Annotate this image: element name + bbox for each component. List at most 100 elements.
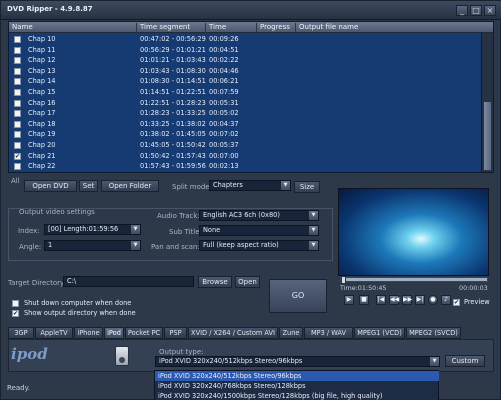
chapter-time: 00:06:21: [209, 77, 239, 86]
tab-zune[interactable]: Zune: [279, 327, 303, 339]
size-button[interactable]: Size: [294, 181, 320, 193]
list-row[interactable]: Chap 18 01:33:25 - 01:38:02 00:04:37: [9, 119, 483, 130]
app-window: DVD Ripper - 4.9.8.87 _ □ × Name Time se…: [0, 0, 501, 400]
tab-mpeg1-vcd[interactable]: MPEG1 (VCD): [354, 327, 405, 339]
split-mode-select[interactable]: Chapters ▼: [209, 180, 291, 191]
output-type-option[interactable]: iPod XVID 320x240/768kbps Stereo/128kbps: [155, 381, 439, 391]
list-row[interactable]: Chap 22 01:57:43 - 01:59:56 00:02:13: [9, 161, 483, 172]
row-checkbox[interactable]: [14, 120, 21, 128]
close-button[interactable]: ×: [484, 5, 496, 16]
list-row[interactable]: Chap 19 01:38:02 - 01:45:05 00:07:02: [9, 129, 483, 140]
row-checkbox[interactable]: [14, 67, 21, 75]
browse-button[interactable]: Browse: [198, 276, 232, 288]
column-header-output-file[interactable]: Output file name: [296, 23, 486, 33]
show-output-option[interactable]: ✔ Show output directory when done: [12, 308, 162, 319]
open-button[interactable]: Open: [235, 276, 260, 288]
go-button[interactable]: GO: [269, 279, 327, 313]
list-row[interactable]: Chap 20 01:45:05 - 01:50:42 00:05:37: [9, 140, 483, 151]
list-row[interactable]: Chap 14 01:08:30 - 01:14:51 00:06:21: [9, 76, 483, 87]
column-header-time-segment[interactable]: Time segment: [137, 23, 206, 33]
row-checkbox[interactable]: [14, 78, 21, 86]
minimize-button[interactable]: _: [456, 5, 468, 16]
stop-icon[interactable]: ■: [359, 295, 369, 305]
custom-button[interactable]: Custom: [445, 355, 485, 367]
list-row[interactable]: Chap 13 01:03:43 - 01:08:30 00:04:46: [9, 66, 483, 77]
column-header-time[interactable]: Time: [206, 23, 257, 33]
index-select[interactable]: [00] Length:01:59:56 ▼: [44, 224, 141, 235]
list-row[interactable]: Chap 16 01:22:51 - 01:28:23 00:05:31: [9, 98, 483, 109]
chapter-time: 00:05:02: [209, 109, 239, 118]
list-row[interactable]: Chap 17 01:28:23 - 01:33:25 00:05:02: [9, 108, 483, 119]
tab-ipod[interactable]: iPod: [104, 327, 124, 339]
target-directory-input[interactable]: C:\: [63, 276, 194, 287]
output-type-select[interactable]: iPod XVID 320x240/512kbps Stereo/96kbps …: [155, 356, 440, 367]
set-button[interactable]: Set: [79, 180, 98, 192]
chapter-name: Chap 19: [28, 130, 56, 139]
list-row[interactable]: ✔ Chap 21 01:50:42 - 01:57:43 00:07:00: [9, 151, 483, 162]
chapter-time: 00:04:46: [209, 66, 239, 75]
angle-value: 1: [48, 241, 53, 249]
play-icon[interactable]: ▶: [344, 295, 354, 305]
row-checkbox[interactable]: [14, 163, 21, 171]
preview-checkbox[interactable]: ✔: [453, 299, 460, 306]
preview-option[interactable]: ✔ Preview: [453, 297, 498, 308]
row-checkbox[interactable]: ✔: [14, 152, 21, 160]
open-dvd-button[interactable]: Open DVD: [24, 180, 77, 192]
tab-appletv[interactable]: AppleTV: [35, 327, 73, 339]
seek-bar[interactable]: [340, 276, 488, 284]
column-header-progress[interactable]: Progress: [257, 23, 296, 33]
tab-mp3-wav[interactable]: MP3 / WAV: [304, 327, 353, 339]
rewind-icon[interactable]: ◀◀: [389, 295, 399, 305]
subtitle-select[interactable]: None ▼: [199, 225, 319, 236]
row-checkbox[interactable]: [14, 131, 21, 139]
chapter-name: Chap 12: [28, 56, 56, 65]
column-header-name[interactable]: Name: [9, 23, 137, 33]
chapter-list[interactable]: Name Time segment Time Progress Output f…: [8, 21, 494, 173]
tab-3gp[interactable]: 3GP: [8, 327, 34, 339]
output-type-option[interactable]: iPod XVID 320x240/1500kbps Stereo/128kbp…: [155, 391, 439, 400]
tab-pocket-pc[interactable]: Pocket PC: [125, 327, 163, 339]
list-row[interactable]: Chap 15 01:14:51 - 01:22:51 00:07:59: [9, 87, 483, 98]
tab-xvid-x264-custom-avi[interactable]: XVID / X264 / Custom AVI: [188, 327, 278, 339]
row-checkbox[interactable]: [14, 89, 21, 96]
forward-icon[interactable]: ▶▶: [402, 295, 412, 305]
row-checkbox[interactable]: [14, 36, 21, 43]
list-header: Name Time segment Time Progress Output f…: [9, 22, 493, 33]
angle-select[interactable]: 1 ▼: [44, 240, 141, 251]
show-output-checkbox[interactable]: ✔: [12, 310, 19, 317]
audio-track-select[interactable]: English AC3 6ch (0x80) ▼: [199, 210, 319, 221]
row-checkbox[interactable]: [14, 99, 21, 107]
all-label: All: [11, 177, 20, 185]
snapshot-icon[interactable]: ●: [428, 295, 438, 305]
row-checkbox[interactable]: [14, 57, 21, 65]
output-type-dropdown[interactable]: iPod XVID 320x240/512kbps Stereo/96kbps …: [154, 370, 439, 400]
tab-mpeg2-svcd[interactable]: MPEG2 (SVCD): [406, 327, 461, 339]
tab-psp[interactable]: PSP: [164, 327, 187, 339]
shutdown-option[interactable]: Shut down computer when done: [12, 298, 162, 309]
split-mode-label: Split mode:: [172, 183, 212, 191]
prev-frame-icon[interactable]: |◀: [376, 295, 386, 305]
list-row[interactable]: Chap 10 00:47:02 - 00:56:29 00:09:26: [9, 34, 483, 45]
row-checkbox[interactable]: [14, 142, 21, 149]
output-video-settings-label: Output video settings: [19, 208, 95, 216]
row-checkbox[interactable]: [14, 110, 21, 118]
subtitle-value: None: [203, 226, 221, 234]
chapter-name: Chap 17: [28, 109, 56, 118]
shutdown-checkbox[interactable]: [12, 300, 19, 307]
scrollbar-thumb[interactable]: [483, 101, 492, 171]
title-bar[interactable]: DVD Ripper - 4.9.8.87 _ □ ×: [1, 1, 501, 20]
row-checkbox[interactable]: [14, 46, 21, 54]
list-row[interactable]: Chap 12 01:01:21 - 01:03:43 00:02:22: [9, 55, 483, 66]
maximize-button[interactable]: □: [470, 5, 482, 16]
chevron-down-icon: ▼: [309, 241, 318, 250]
chapter-time: 00:07:02: [209, 130, 239, 139]
list-scrollbar[interactable]: [481, 33, 493, 172]
tab-iphone[interactable]: iPhone: [74, 327, 103, 339]
open-folder-button[interactable]: Open Folder: [101, 180, 159, 192]
list-row[interactable]: Chap 11 00:56:29 - 01:01:21 00:04:51: [9, 45, 483, 56]
output-type-option[interactable]: iPod XVID 320x240/512kbps Stereo/96kbps: [155, 371, 439, 381]
seek-thumb[interactable]: [341, 276, 346, 284]
next-frame-icon[interactable]: ▶|: [415, 295, 425, 305]
volume-icon[interactable]: ♪: [441, 295, 451, 305]
pan-scan-select[interactable]: Full (keep aspect ratio) ▼: [199, 240, 319, 251]
